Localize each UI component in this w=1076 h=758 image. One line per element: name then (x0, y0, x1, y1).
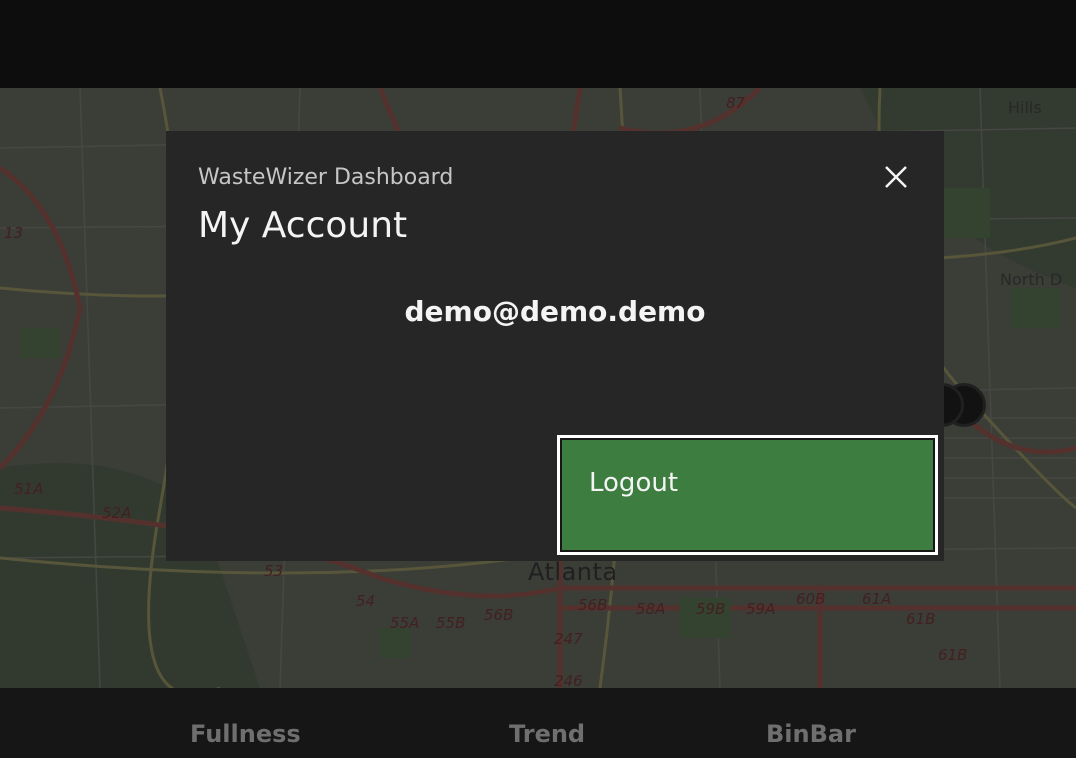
modal-heading: My Account (198, 205, 408, 246)
account-email: demo@demo.demo (404, 295, 706, 328)
close-icon (885, 166, 907, 188)
account-modal: WasteWizer Dashboard My Account demo@dem… (166, 131, 944, 561)
logout-button-label: Logout (589, 468, 679, 498)
app-root: Hills North D Atlanta 87 13 51A 52A 53 5… (0, 0, 1076, 758)
modal-label: WasteWizer Dashboard (198, 165, 454, 190)
modal-overlay: WasteWizer Dashboard My Account demo@dem… (0, 0, 1076, 758)
close-button[interactable] (878, 159, 914, 195)
logout-button[interactable]: Logout (557, 435, 938, 555)
